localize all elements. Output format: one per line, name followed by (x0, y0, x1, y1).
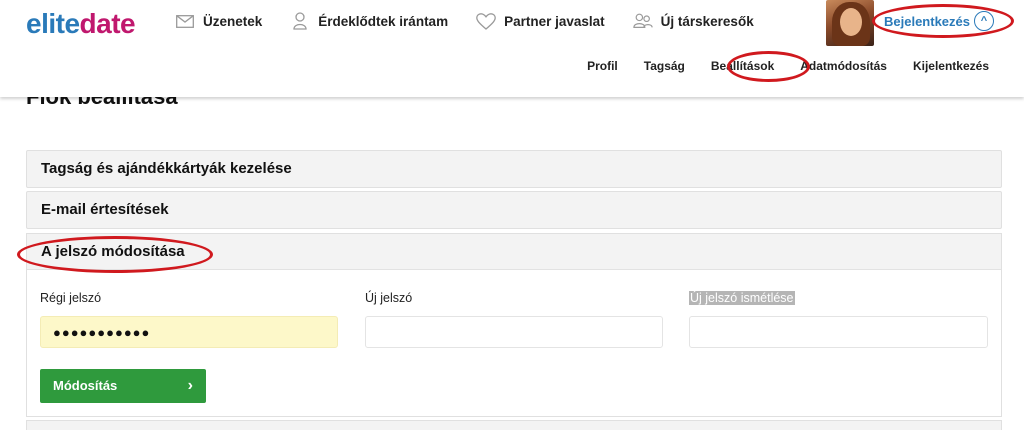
nav-partner-suggestion[interactable]: Partner javaslat (476, 12, 605, 30)
section-membership-giftcards[interactable]: Tagság és ajándékkártyák kezelése (26, 150, 1002, 188)
nav-new-members-label: Új társkeresők (660, 13, 754, 29)
repeat-password-label: Új jelszó ismétlése (689, 291, 795, 305)
elitedate-logo[interactable]: elitedate (26, 8, 136, 40)
nav-messages[interactable]: Üzenetek (175, 12, 262, 30)
next-section-strip (26, 420, 1002, 430)
login-dropdown[interactable]: Bejelentkezés ^ (884, 11, 994, 31)
old-password-field[interactable]: ●●●●●●●●●●● (40, 316, 338, 348)
section-email-notifications-title: E-mail értesítések (41, 201, 169, 218)
section-membership-giftcards-title: Tagság és ajándékkártyák kezelése (41, 160, 292, 177)
subnav-settings[interactable]: Beállítások (711, 59, 774, 73)
nav-messages-label: Üzenetek (203, 13, 263, 29)
nav-interested[interactable]: Érdeklődtek irántam (290, 12, 448, 30)
login-label: Bejelentkezés (884, 13, 970, 29)
section-password-change-title[interactable]: A jelszó módosítása (27, 234, 1001, 270)
new-password-field[interactable] (365, 316, 663, 348)
repeat-password-field[interactable] (689, 316, 988, 348)
nav-partner-suggestion-label: Partner javaslat (504, 13, 605, 29)
section-email-notifications[interactable]: E-mail értesítések (26, 191, 1002, 229)
logo-part-date: date (79, 8, 136, 39)
nav-new-members[interactable]: Új társkeresők (632, 12, 754, 30)
subnav-edit-data[interactable]: Adatmódosítás (800, 59, 887, 73)
avatar[interactable] (826, 0, 874, 46)
old-password-value: ●●●●●●●●●●● (53, 325, 151, 340)
chevron-right-icon: › (187, 377, 193, 394)
nav-interested-label: Érdeklődtek irántam (318, 13, 449, 29)
avatar-face (840, 8, 862, 36)
subnav-profile[interactable]: Profil (587, 59, 618, 73)
main-nav: Üzenetek Érdeklődtek irántam Partner jav… (175, 12, 782, 30)
old-password-label: Régi jelszó (40, 291, 102, 305)
subnav-membership[interactable]: Tagság (644, 59, 685, 73)
subnav-logout[interactable]: Kijelentkezés (913, 59, 989, 73)
new-password-label: Új jelszó (365, 291, 413, 305)
change-password-button-label: Módosítás (53, 378, 118, 393)
logo-part-elite: elite (26, 8, 80, 39)
heart-icon (476, 12, 496, 30)
person-icon (290, 12, 310, 30)
envelope-icon (175, 12, 195, 30)
account-subnav: Profil Tagság Beállítások Adatmódosítás … (561, 59, 989, 73)
change-password-button[interactable]: Módosítás › (40, 369, 206, 403)
chevron-up-icon: ^ (974, 11, 994, 31)
people-icon (632, 12, 653, 30)
top-header: elitedate Üzenetek Érdeklődtek irántam P… (0, 0, 1024, 97)
